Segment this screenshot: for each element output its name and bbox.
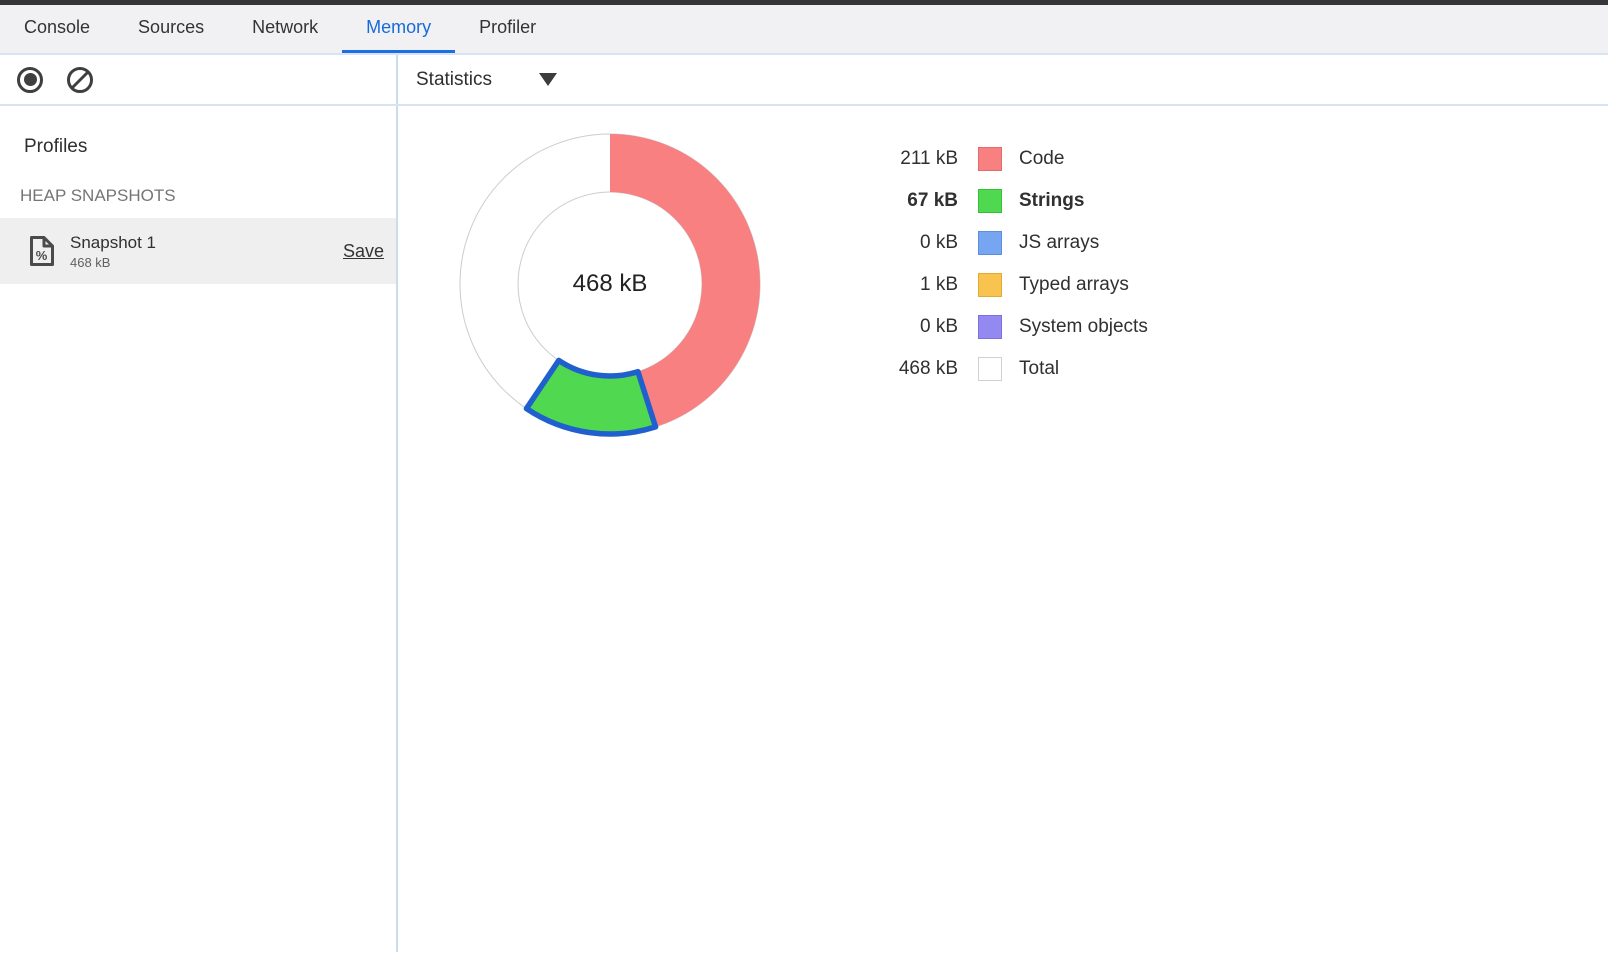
system-objects-swatch-icon	[978, 315, 1002, 339]
strings-swatch-icon	[978, 189, 1002, 213]
legend-row-total[interactable]: 468 kB Total	[838, 348, 1148, 390]
record-heap-snapshot-button[interactable]	[16, 66, 44, 94]
statistics-view: 468 kB 211 kB Code 67 kB Strings 0 kB JS…	[398, 106, 1608, 952]
heap-statistics-donut-chart[interactable]: 468 kB	[450, 124, 770, 444]
code-swatch-icon	[978, 147, 1002, 171]
legend-label: JS arrays	[1019, 232, 1099, 254]
profiles-sidebar: Profiles HEAP SNAPSHOTS % Snapshot 1 468…	[0, 106, 398, 952]
total-swatch-icon	[978, 357, 1002, 381]
legend-value: 1 kB	[838, 274, 958, 296]
profiles-toolbar	[0, 55, 398, 104]
heap-snapshot-icon: %	[28, 235, 56, 267]
chart-legend: 211 kB Code 67 kB Strings 0 kB JS arrays…	[838, 138, 1148, 390]
chevron-down-icon	[539, 73, 557, 86]
legend-value: 468 kB	[838, 358, 958, 380]
clear-icon	[66, 66, 94, 94]
legend-row-typed-arrays[interactable]: 1 kB Typed arrays	[838, 264, 1148, 306]
js-arrays-swatch-icon	[978, 231, 1002, 255]
tab-profiler[interactable]: Profiler	[455, 5, 560, 53]
memory-panel-toolbar: Statistics	[0, 55, 1608, 106]
svg-text:%: %	[36, 248, 48, 263]
snapshot-list-item[interactable]: % Snapshot 1 468 kB Save	[0, 218, 396, 284]
tab-console[interactable]: Console	[0, 5, 114, 53]
legend-label: System objects	[1019, 316, 1148, 338]
record-icon	[17, 67, 43, 93]
statistics-toolbar: Statistics	[398, 55, 1608, 104]
legend-row-strings[interactable]: 67 kB Strings	[838, 180, 1148, 222]
snapshot-size: 468 kB	[70, 255, 343, 270]
legend-value: 211 kB	[838, 148, 958, 170]
save-snapshot-link[interactable]: Save	[343, 241, 384, 262]
profiles-heading: Profiles	[24, 136, 396, 158]
legend-label: Typed arrays	[1019, 274, 1129, 296]
legend-label: Total	[1019, 358, 1059, 380]
tab-network[interactable]: Network	[228, 5, 342, 53]
perspective-select-label: Statistics	[416, 69, 492, 91]
perspective-select[interactable]: Statistics	[416, 69, 557, 91]
typed-arrays-swatch-icon	[978, 273, 1002, 297]
legend-row-js-arrays[interactable]: 0 kB JS arrays	[838, 222, 1148, 264]
legend-value: 67 kB	[838, 190, 958, 212]
donut-slice-strings[interactable]	[526, 360, 655, 434]
clear-profiles-button[interactable]	[66, 66, 94, 94]
heap-snapshots-section-heading: HEAP SNAPSHOTS	[20, 186, 396, 206]
legend-row-code[interactable]: 211 kB Code	[838, 138, 1148, 180]
legend-value: 0 kB	[838, 316, 958, 338]
devtools-tabbar: Console Sources Network Memory Profiler	[0, 5, 1608, 55]
legend-label: Strings	[1019, 190, 1084, 212]
legend-row-system-objects[interactable]: 0 kB System objects	[838, 306, 1148, 348]
tab-memory[interactable]: Memory	[342, 5, 455, 53]
tab-sources[interactable]: Sources	[114, 5, 228, 53]
legend-label: Code	[1019, 148, 1064, 170]
snapshot-title: Snapshot 1	[70, 233, 343, 253]
legend-value: 0 kB	[838, 232, 958, 254]
